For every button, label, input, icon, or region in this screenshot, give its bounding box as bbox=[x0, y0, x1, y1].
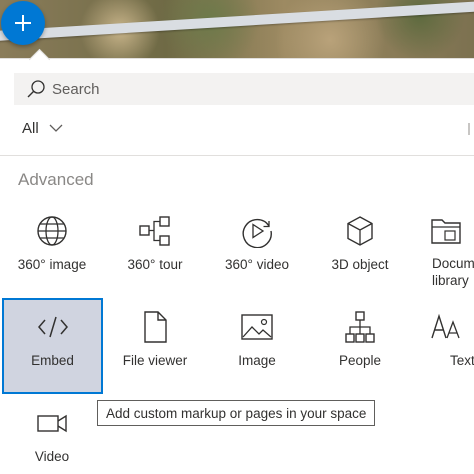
plus-icon bbox=[13, 13, 33, 33]
section-title: Advanced bbox=[18, 170, 94, 189]
tile-image[interactable]: Image bbox=[207, 298, 307, 392]
folder-icon bbox=[414, 215, 474, 247]
tile-file-viewer[interactable]: File viewer bbox=[105, 298, 205, 392]
tile-label: Image bbox=[238, 353, 276, 368]
image-icon bbox=[207, 311, 307, 343]
section-divider bbox=[0, 155, 474, 156]
tile-360-image[interactable]: 360° image bbox=[2, 202, 102, 296]
filter-label: All bbox=[22, 119, 39, 137]
search-box[interactable] bbox=[14, 73, 474, 105]
org-chart-icon bbox=[310, 311, 410, 343]
video-camera-icon bbox=[2, 407, 102, 439]
tile-text[interactable]: Text bbox=[414, 298, 474, 392]
tile-label: 3D object bbox=[331, 257, 389, 272]
scroll-indicator bbox=[468, 123, 474, 135]
globe-icon bbox=[2, 215, 102, 247]
tile-label: Document library bbox=[432, 256, 474, 288]
category-filter-dropdown[interactable]: All bbox=[22, 118, 63, 138]
tile-video[interactable]: Video bbox=[2, 394, 102, 474]
banner-rail bbox=[0, 0, 474, 42]
tile-label: 360° video bbox=[225, 257, 289, 272]
tile-embed[interactable]: Embed bbox=[2, 298, 103, 394]
search-input[interactable] bbox=[52, 75, 432, 103]
code-icon bbox=[4, 311, 101, 343]
web-part-picker: All Advanced 360° image bbox=[0, 0, 474, 474]
add-web-part-button[interactable] bbox=[1, 1, 45, 45]
search-icon bbox=[26, 79, 46, 99]
tile-360-tour[interactable]: 360° tour bbox=[105, 202, 205, 296]
tile-label: File viewer bbox=[122, 353, 188, 368]
play-circle-icon bbox=[207, 215, 307, 248]
tile-label: Embed bbox=[31, 353, 74, 368]
tile-label: 360° tour bbox=[127, 257, 183, 272]
tile-3d-object[interactable]: 3D object bbox=[310, 202, 410, 296]
tile-document-library[interactable]: Document library bbox=[414, 202, 474, 296]
tile-people[interactable]: People bbox=[310, 298, 410, 392]
chevron-down-icon bbox=[49, 123, 63, 133]
tile-360-video[interactable]: 360° video bbox=[207, 202, 307, 296]
tile-label: Video bbox=[34, 449, 70, 464]
tour-flow-icon bbox=[105, 215, 205, 247]
file-icon bbox=[105, 311, 205, 343]
tile-label: Text bbox=[450, 353, 474, 368]
page-banner-image bbox=[0, 0, 474, 58]
text-icon bbox=[414, 311, 474, 343]
tile-label: 360° image bbox=[17, 257, 87, 272]
cube-icon bbox=[310, 215, 410, 247]
tile-label: People bbox=[338, 353, 382, 368]
tooltip: Add custom markup or pages in your space bbox=[97, 400, 376, 426]
